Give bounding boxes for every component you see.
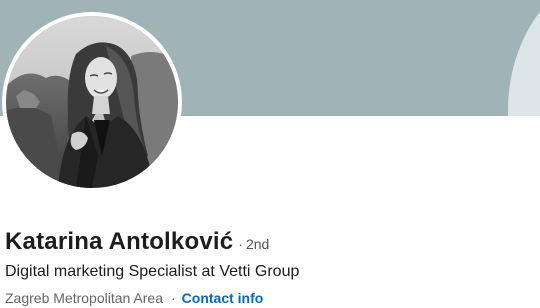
avatar[interactable] <box>6 16 178 188</box>
location-separator: · <box>170 290 176 306</box>
profile-photo-icon <box>6 16 178 188</box>
degree-label: 2nd <box>245 236 270 252</box>
cover-decoration <box>508 0 540 116</box>
degree-separator: · <box>238 236 243 252</box>
contact-info-link[interactable]: Contact info <box>182 290 264 306</box>
profile-headline: Digital marketing Specialist at Vetti Gr… <box>5 263 300 280</box>
profile-location: Zagreb Metropolitan Area <box>5 290 163 306</box>
name-row: Katarina Antolković · 2nd <box>5 228 269 256</box>
profile-card: Katarina Antolković · 2nd Digital marketi… <box>0 0 540 308</box>
location-row: Zagreb Metropolitan Area · Contact info <box>5 290 263 306</box>
profile-name: Katarina Antolković <box>5 228 234 255</box>
connection-degree: · 2nd <box>238 236 269 252</box>
